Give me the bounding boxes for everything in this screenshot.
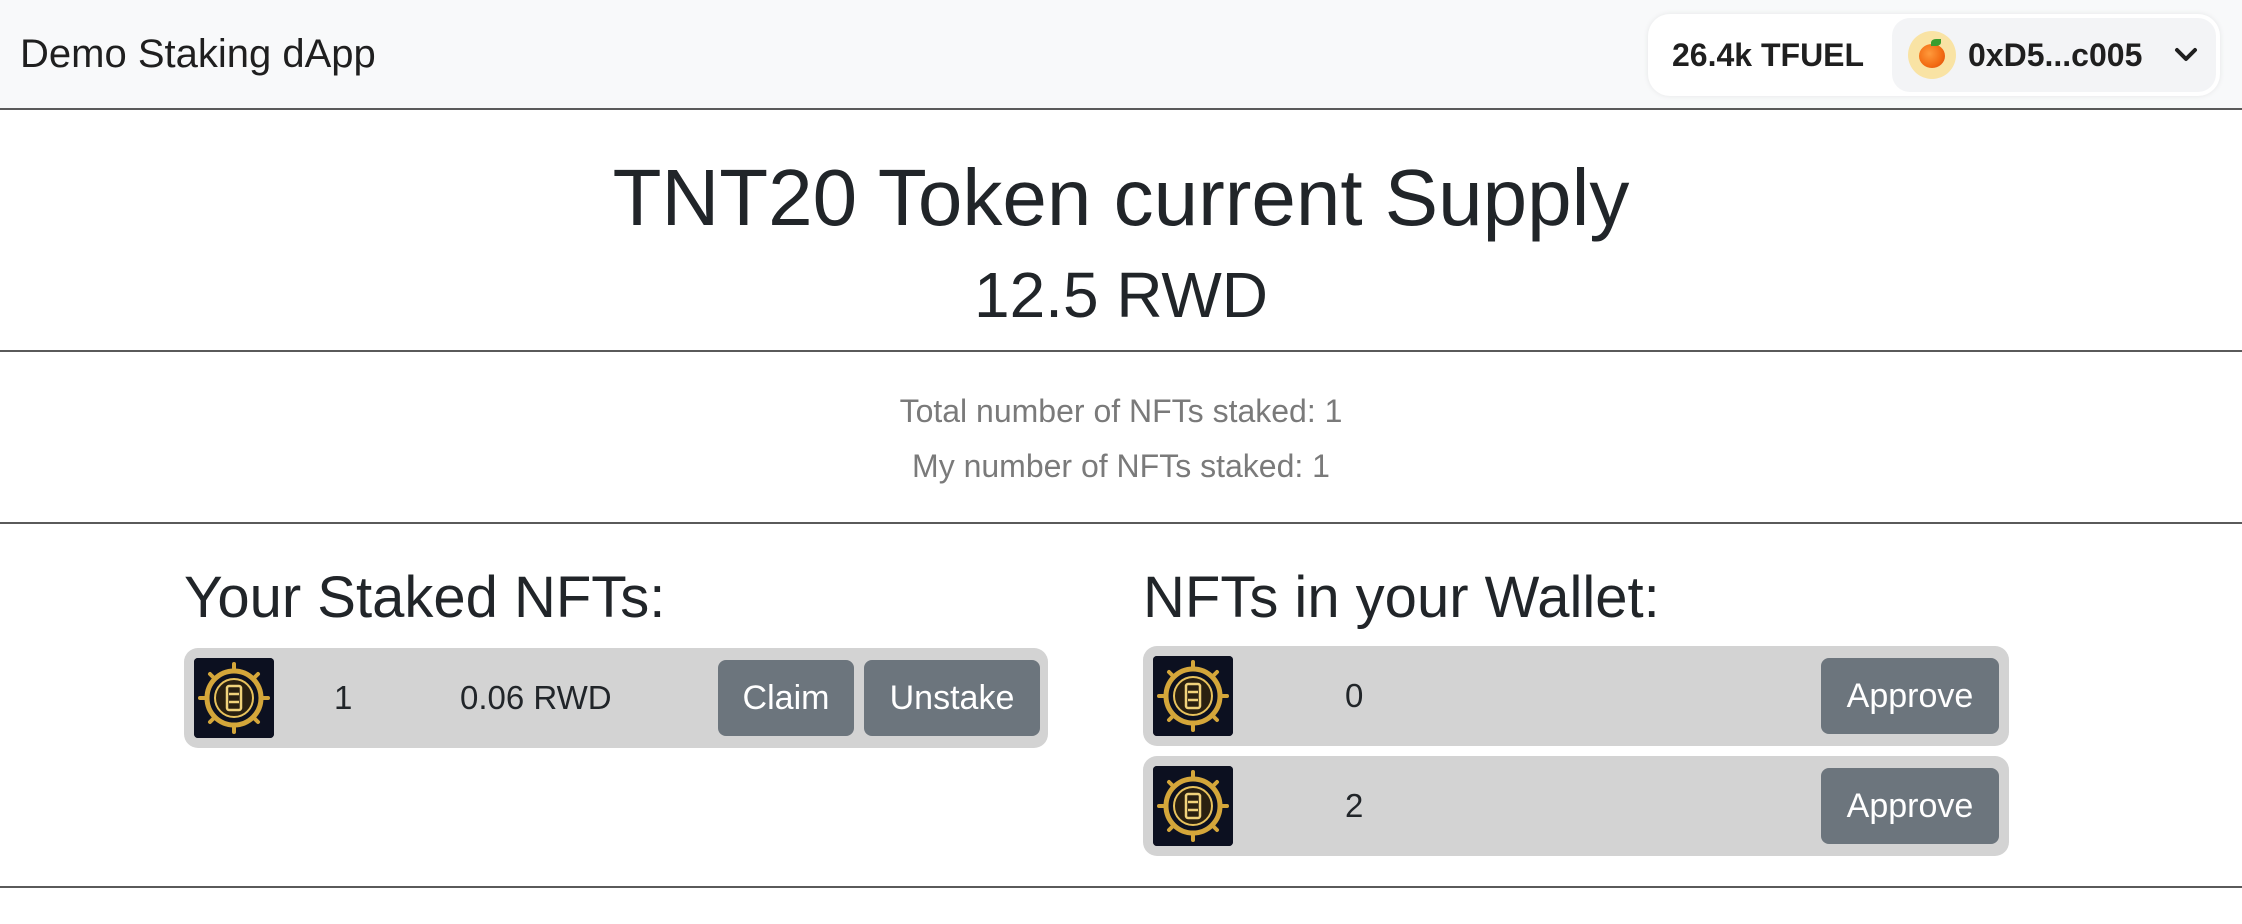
wallet-nft-row: 2 Approve <box>1143 756 2009 856</box>
staked-nft-row: 1 0.06 RWD Claim Unstake <box>184 648 1048 748</box>
claim-button[interactable]: Claim <box>718 660 854 736</box>
staked-reward: 0.06 RWD <box>460 679 612 716</box>
app-brand[interactable]: Demo Staking dApp <box>20 28 376 80</box>
chevron-down-icon <box>2175 48 2197 61</box>
navbar: Demo Staking dApp 26.4k TFUEL 0xD5...c00… <box>0 0 2242 110</box>
approve-button[interactable]: Approve <box>1821 658 1999 734</box>
wallet-nft-row: 0 Approve <box>1143 646 2009 746</box>
supply-value: 12.5 RWD <box>973 259 1269 331</box>
nft-section: Your Staked NFTs: 1 0.06 RWD Claim Unsta <box>0 524 2242 888</box>
orange-fruit-icon <box>1908 31 1956 79</box>
nft-thumbnail <box>1153 656 1233 736</box>
staking-stats: Total number of NFTs staked: 1 My number… <box>0 352 2242 524</box>
wallet-nfts-heading: NFTs in your Wallet: <box>1143 565 1660 630</box>
my-staked-count: My number of NFTs staked: 1 <box>912 448 1330 484</box>
total-staked-count: Total number of NFTs staked: 1 <box>899 393 1343 429</box>
staked-nfts-heading: Your Staked NFTs: <box>184 565 666 630</box>
nft-thumbnail <box>194 658 274 738</box>
unstake-button[interactable]: Unstake <box>864 660 1040 736</box>
wallet-token-id: 2 <box>1345 787 1364 824</box>
staked-token-id: 1 <box>334 679 353 716</box>
nft-thumbnail <box>1153 766 1233 846</box>
wallet-address: 0xD5...c005 <box>1968 37 2143 73</box>
supply-section: TNT20 Token current Supply 12.5 RWD <box>0 110 2242 352</box>
wallet-token-id: 0 <box>1345 677 1364 714</box>
supply-title: TNT20 Token current Supply <box>612 153 1630 242</box>
approve-button[interactable]: Approve <box>1821 768 1999 844</box>
wallet-widget: 26.4k TFUEL 0xD5...c005 <box>1648 14 2220 96</box>
tfuel-balance[interactable]: 26.4k TFUEL <box>1672 34 1864 76</box>
account-button[interactable]: 0xD5...c005 <box>1892 18 2216 92</box>
